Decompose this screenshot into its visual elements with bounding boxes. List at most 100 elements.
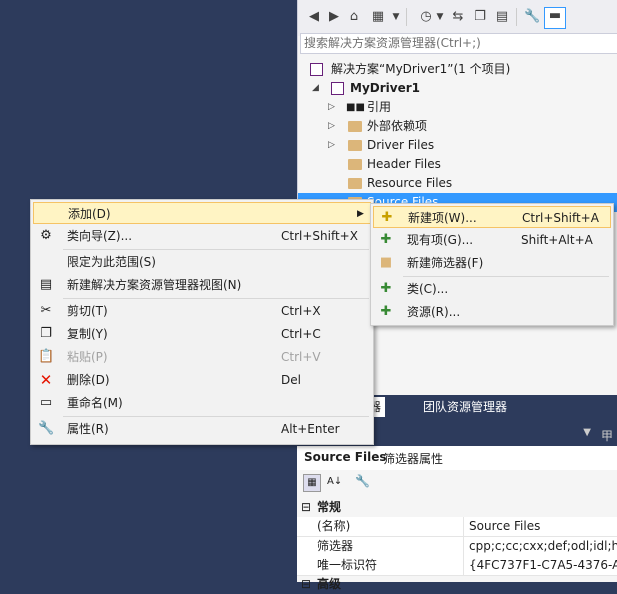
menu-item-shortcut: Alt+Enter — [281, 422, 340, 436]
menu-item-cut[interactable]: ✂ 剪切(T) Ctrl+X — [33, 300, 371, 322]
sync-icon[interactable]: ⇆ — [450, 9, 466, 25]
project-label: MyDriver1 — [350, 81, 420, 95]
property-row[interactable]: (名称) Source Files — [297, 517, 617, 537]
add-class-icon: ✚ — [380, 281, 392, 296]
menu-item-label: 现有项(G)... — [407, 233, 474, 247]
menu-item-shortcut: Ctrl+V — [281, 350, 321, 364]
collapsed-arrow-icon[interactable]: ▷ — [328, 98, 338, 117]
property-value[interactable]: {4FC737F1-C7A5-4376-A0 — [469, 556, 617, 575]
menu-item-label: 资源(R)... — [407, 305, 461, 319]
menu-item-paste[interactable]: 📋 粘贴(P) Ctrl+V — [33, 346, 371, 368]
menu-item-copy[interactable]: ❐ 复制(Y) Ctrl+C — [33, 323, 371, 345]
menu-item-delete[interactable]: ✕ 删除(D) Del — [33, 369, 371, 391]
chevron-down-icon[interactable]: ▼ — [432, 9, 448, 25]
tree-item-label: Driver Files — [367, 138, 435, 152]
folder-icon — [348, 178, 362, 189]
collapse-icon[interactable]: ⊟ — [301, 498, 311, 517]
forward-icon[interactable]: ▶ — [326, 9, 342, 25]
properties-panel: Source Files 筛选器属性 ▦ A↓ 🔧 ⊟ 常规 (名称) Sourc… — [297, 446, 617, 591]
property-value[interactable]: cpp;c;cc;cxx;def;odl;idl;hpj — [469, 537, 617, 556]
dropdown-arrow-icon[interactable]: ▼ — [583, 427, 591, 438]
copy-icon: ❐ — [40, 326, 52, 341]
menu-item-label: 添加(D) — [68, 207, 111, 221]
menu-item-label: 粘贴(P) — [67, 350, 108, 364]
property-row[interactable]: 筛选器 cpp;c;cc;cxx;def;odl;idl;hpj — [297, 537, 617, 557]
menu-item-new-view[interactable]: ▤ 新建解决方案资源管理器视图(N) — [33, 274, 371, 296]
property-key: 筛选器 — [317, 539, 354, 553]
property-category-general[interactable]: ⊟ 常规 — [297, 498, 617, 517]
submenu-arrow-icon: ▶ — [357, 209, 364, 219]
submenu-item-existing-item[interactable]: ✚ 现有项(G)... Shift+Alt+A — [373, 229, 611, 251]
class-wizard-icon: ⚙ — [40, 228, 52, 243]
menu-item-properties[interactable]: 🔧 属性(R) Alt+Enter — [33, 418, 371, 440]
new-view-icon: ▤ — [39, 277, 53, 292]
category-label: 常规 — [317, 500, 342, 514]
collapsed-arrow-icon[interactable]: ▷ — [328, 117, 338, 136]
expanded-arrow-icon[interactable]: ◢ — [312, 79, 322, 98]
submenu-item-new-filter[interactable]: ■ 新建筛选器(F) — [373, 252, 611, 274]
submenu-item-new-item[interactable]: ✚ 新建项(W)... Ctrl+Shift+A — [373, 206, 611, 228]
new-folder-icon: ■ — [379, 255, 393, 270]
menu-item-shortcut: Ctrl+C — [281, 327, 321, 341]
submenu-item-class[interactable]: ✚ 类(C)... — [373, 278, 611, 300]
menu-item-label: 新建项(W)... — [408, 211, 477, 225]
properties-object-type: 筛选器属性 — [383, 452, 444, 466]
alphabetical-sort-icon[interactable]: A↓ — [327, 474, 342, 490]
collapsed-arrow-icon[interactable]: ▷ — [328, 136, 338, 155]
switch-views-icon[interactable]: ▦ — [370, 9, 386, 25]
collapse-all-icon[interactable]: ❐ — [472, 9, 488, 25]
property-pages-wrench-icon[interactable]: 🔧 — [355, 474, 370, 488]
tree-item-references[interactable]: ▷ ■■ 引用 — [298, 98, 617, 117]
tree-project-node[interactable]: ◢ MyDriver1 — [298, 79, 617, 98]
property-category-advanced[interactable]: ⊟ 高级 — [297, 575, 617, 594]
menu-item-class-wizard[interactable]: ⚙ 类向导(Z)... Ctrl+Shift+X — [33, 225, 371, 247]
menu-item-shortcut: Shift+Alt+A — [521, 233, 593, 247]
preview-selected-icon[interactable]: ▬ — [544, 7, 566, 29]
context-menu: 添加(D) ▶ ⚙ 类向导(Z)... Ctrl+Shift+X 限定为此范围(… — [30, 199, 374, 445]
menu-item-label: 新建筛选器(F) — [407, 256, 484, 270]
folder-icon — [348, 140, 362, 151]
search-input[interactable]: 搜索解决方案资源管理器(Ctrl+;) — [300, 33, 617, 54]
tree-item-label: 引用 — [367, 100, 392, 114]
tree-item-header-files[interactable]: Header Files — [298, 155, 617, 174]
property-key: 唯一标识符 — [317, 558, 378, 572]
properties-wrench-icon[interactable]: 🔧 — [524, 9, 540, 25]
menu-item-rename[interactable]: ▭ 重命名(M) — [33, 392, 371, 414]
show-all-files-icon[interactable]: ▤ — [494, 9, 510, 25]
menu-item-add[interactable]: 添加(D) ▶ — [33, 202, 371, 224]
tree-item-external-deps[interactable]: ▷ 外部依赖项 — [298, 117, 617, 136]
submenu-item-resource[interactable]: ✚ 资源(R)... — [373, 301, 611, 323]
paste-icon: 📋 — [38, 349, 55, 364]
tree-item-label: Header Files — [367, 157, 441, 171]
collapse-icon[interactable]: ⊟ — [301, 575, 311, 594]
tree-item-resource-files[interactable]: Resource Files — [298, 174, 617, 193]
menu-item-label: 类(C)... — [407, 282, 449, 296]
property-row[interactable]: 唯一标识符 {4FC737F1-C7A5-4376-A0 — [297, 556, 617, 576]
pin-icon[interactable]: 甲 — [601, 427, 613, 444]
tree-item-label: Resource Files — [367, 176, 453, 190]
property-value[interactable]: Source Files — [469, 517, 540, 536]
delete-x-icon: ✕ — [39, 371, 53, 389]
menu-item-label: 限定为此范围(S) — [67, 255, 156, 269]
folder-icon — [348, 159, 362, 170]
menu-item-scope-to-this[interactable]: 限定为此范围(S) — [33, 251, 371, 273]
scissors-icon: ✂ — [40, 303, 52, 318]
add-resource-icon: ✚ — [380, 304, 392, 319]
wrench-icon: 🔧 — [38, 421, 55, 436]
home-icon[interactable]: ⌂ — [346, 9, 362, 25]
categorized-icon[interactable]: ▦ — [303, 474, 321, 492]
tree-solution-node[interactable]: 解决方案“MyDriver1”(1 个项目) — [298, 60, 617, 79]
tab-team-explorer[interactable]: 团队资源管理器 — [419, 397, 511, 417]
menu-item-label: 剪切(T) — [67, 304, 108, 318]
new-item-icon: ✚ — [381, 210, 393, 225]
folder-icon — [348, 121, 362, 132]
tree-item-driver-files[interactable]: ▷ Driver Files — [298, 136, 617, 155]
chevron-down-icon[interactable]: ▼ — [388, 9, 404, 25]
menu-item-shortcut: Del — [281, 373, 301, 387]
menu-item-shortcut: Ctrl+Shift+X — [281, 229, 358, 243]
references-icon: ■■ — [346, 102, 365, 113]
back-icon[interactable]: ◀ — [306, 9, 322, 25]
menu-item-label: 复制(Y) — [67, 327, 108, 341]
menu-item-label: 类向导(Z)... — [67, 229, 133, 243]
solution-explorer-toolbar: ◀ ▶ ⌂ ▦ ▼ ◷ ▼ ⇆ ❐ ▤ 🔧 ▬ — [298, 0, 617, 36]
